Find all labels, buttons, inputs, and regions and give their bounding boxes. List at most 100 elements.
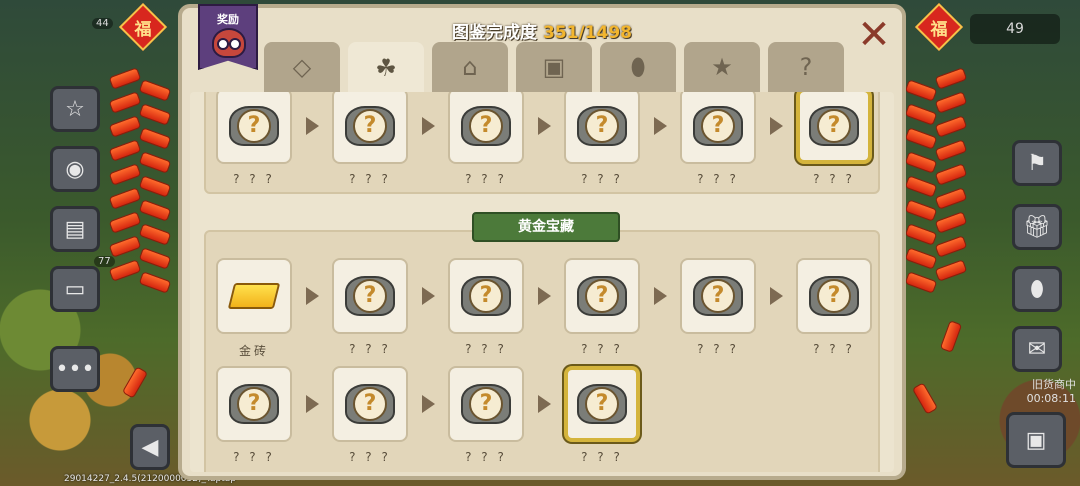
collection-item[interactable]: ? ? ? ?	[796, 258, 872, 356]
merge-arrow-icon	[654, 287, 667, 305]
tab-clover[interactable]: ☘	[348, 42, 424, 94]
unknown-item-silhouette-icon: ?	[461, 276, 511, 316]
firecracker	[108, 259, 142, 282]
item-label: ? ? ?	[581, 172, 623, 186]
item-label: ? ? ?	[233, 450, 275, 464]
side-menu-helmet-button[interactable]: ◉	[50, 146, 100, 192]
firecracker-string-left	[108, 67, 180, 312]
question-mark-icon: ?	[469, 387, 503, 421]
item-slot: ?	[680, 258, 756, 334]
side-menu-letter-button[interactable]: ✉	[1012, 326, 1062, 372]
collection-item[interactable]: ? ? ? ?	[332, 366, 408, 464]
question-mark-icon: ?	[469, 109, 503, 143]
collection-item[interactable]: 金砖	[216, 258, 292, 358]
collection-content[interactable]: ?? ? ??? ? ??? ? ??? ? ??? ? ??? ? ? 黄金宝…	[190, 92, 894, 472]
collection-title: 图鉴完成度	[451, 23, 537, 43]
unknown-item-silhouette-icon: ?	[461, 106, 511, 146]
item-label: ? ? ?	[581, 450, 623, 464]
item-slot: ?	[564, 92, 640, 164]
side-menu-more-button[interactable]: •••	[50, 346, 100, 392]
merchant-timer-label: 旧货商中	[1032, 378, 1076, 391]
collection-item[interactable]: ? ? ? ?	[448, 258, 524, 356]
item-label: ? ? ?	[233, 172, 275, 186]
collection-item[interactable]: ? ? ? ?	[448, 92, 524, 186]
item-label: 金砖	[238, 344, 269, 358]
side-menu-egg-button[interactable]: ⬮	[1012, 266, 1062, 312]
firecracker	[934, 115, 968, 138]
item-label: ? ? ?	[465, 450, 507, 464]
firecracker	[904, 79, 938, 102]
firecracker	[934, 259, 968, 282]
merge-arrow-icon	[306, 287, 319, 305]
side-menu-back-button[interactable]: ◀	[130, 424, 170, 470]
merge-arrow-icon	[422, 395, 435, 413]
firecracker	[904, 175, 938, 198]
unknown-item-silhouette-icon: ?	[461, 384, 511, 424]
firecracker	[934, 139, 968, 162]
tab-egg[interactable]: ⬮	[600, 42, 676, 92]
firecracker	[108, 187, 142, 210]
collection-item[interactable]: ? ? ? ?	[216, 92, 292, 186]
item-slot: ?	[448, 366, 524, 442]
item-slot: ?	[680, 92, 756, 164]
firecracker	[138, 79, 172, 102]
left-badge-count: 44	[92, 18, 113, 29]
collection-item[interactable]: ? ? ? ?	[680, 92, 756, 186]
firecracker	[108, 139, 142, 162]
unknown-item-silhouette-icon: ?	[345, 106, 395, 146]
star-icon: ★	[711, 53, 733, 81]
top-right-counter: 49	[970, 14, 1060, 44]
firecracker	[904, 103, 938, 126]
side-menu-book-button[interactable]: ▤	[50, 206, 100, 252]
firecracker	[904, 151, 938, 174]
collection-item[interactable]: ? ? ? ?	[564, 92, 640, 186]
gem-icon: ◇	[292, 53, 312, 81]
merge-arrow-icon	[654, 117, 667, 135]
firecracker	[108, 91, 142, 114]
item-slot: ?	[796, 258, 872, 334]
tab-house[interactable]: ⌂	[432, 42, 508, 92]
collection-item[interactable]: ? ? ? ?	[332, 258, 408, 356]
merchant-timer-value: 00:08:11	[1026, 392, 1076, 405]
side-menu-gift-button[interactable]: 🎁︎	[1012, 204, 1062, 250]
merge-arrow-icon	[306, 395, 319, 413]
collection-item[interactable]: ? ? ? ?	[680, 258, 756, 356]
tab-question[interactable]: ?	[768, 42, 844, 92]
question-icon: ?	[799, 53, 813, 81]
firecracker	[138, 271, 172, 294]
side-menu-banner-button[interactable]: ⚑	[1012, 140, 1062, 186]
side-menu-chat-button[interactable]: ▭	[50, 266, 100, 312]
question-mark-icon: ?	[585, 109, 619, 143]
tab-chest[interactable]: ▣	[516, 42, 592, 92]
side-menu-star-button[interactable]: ☆	[50, 86, 100, 132]
item-label: ? ? ?	[465, 172, 507, 186]
tab-star[interactable]: ★	[684, 42, 760, 92]
question-mark-icon: ?	[585, 279, 619, 313]
firecracker	[138, 127, 172, 150]
unknown-item-silhouette-icon: ?	[693, 276, 743, 316]
firecracker	[138, 103, 172, 126]
unknown-item-silhouette-icon: ?	[693, 106, 743, 146]
tab-gem[interactable]: ◇	[264, 42, 340, 92]
question-mark-icon: ?	[817, 109, 851, 143]
item-label: ? ? ?	[349, 172, 391, 186]
collection-item[interactable]: ? ? ? ?	[448, 366, 524, 464]
question-mark-icon: ?	[701, 109, 735, 143]
question-mark-icon: ?	[701, 279, 735, 313]
item-label: ? ? ?	[465, 342, 507, 356]
firecracker	[934, 163, 968, 186]
previous-collection-section	[204, 92, 880, 194]
collection-item[interactable]: ? ? ? ?	[332, 92, 408, 186]
treasure-chest-button[interactable]: ▣	[1006, 412, 1066, 468]
collection-item[interactable]: ? ? ? ?	[796, 92, 872, 186]
collection-panel: 奖励 图鉴完成度 351/1498 ✕ ◇ ☘ ⌂ ▣ ⬮ ★? ?? ? ??? ? ??…	[178, 4, 906, 480]
item-slot: ?	[448, 92, 524, 164]
item-slot	[216, 258, 292, 334]
collection-item[interactable]: ? ? ? ?	[216, 366, 292, 464]
firecracker	[904, 271, 938, 294]
gold-brick-icon	[227, 283, 281, 309]
collection-item[interactable]: ? ? ? ?	[564, 366, 640, 464]
firecracker	[904, 247, 938, 270]
collection-item[interactable]: ? ? ? ?	[564, 258, 640, 356]
close-button[interactable]: ✕	[854, 15, 894, 56]
